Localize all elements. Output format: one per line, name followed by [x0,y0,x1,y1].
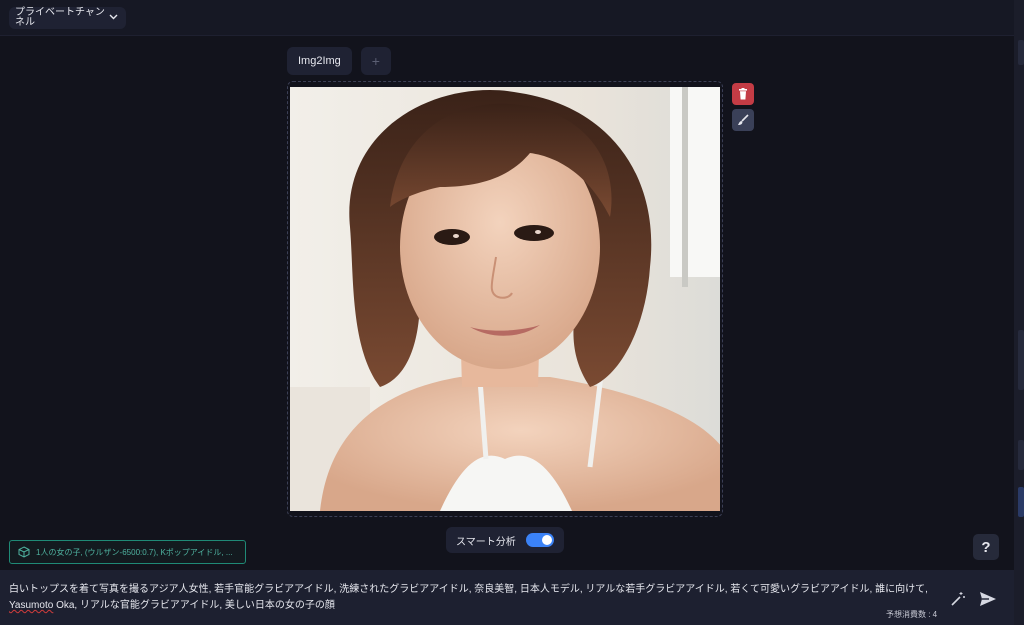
magic-wand-icon[interactable] [950,591,966,607]
smart-analysis-label: スマート分析 [456,536,516,548]
delete-button[interactable] [732,83,754,105]
generated-image[interactable] [290,87,720,511]
model-chip-label: 1人の女の子, (ウルザン-6500:0.7), Kポップアイドル, ... [36,547,233,557]
mode-tabs: Img2Img + [287,47,391,75]
smart-analysis-control: スマート分析 [446,527,564,553]
top-bar: プライベートチャンネル [0,0,1014,36]
toggle-knob [542,535,552,545]
cube-icon [18,546,30,558]
prompt-bar: 白いトップスを着て写真を撮るアジア人女性, 若手官能グラビアアイドル, 洗練され… [0,570,1014,625]
smart-analysis-toggle[interactable] [526,533,554,547]
brush-icon [738,114,749,125]
prompt-input[interactable]: 白いトップスを着て写真を撮るアジア人女性, 若手官能グラビアアイドル, 洗練され… [9,582,939,614]
channel-select[interactable]: プライベートチャンネル [9,7,126,29]
brush-button[interactable] [732,109,754,131]
tab-img2img[interactable]: Img2Img [287,47,352,75]
model-chip[interactable]: 1人の女の子, (ウルザン-6500:0.7), Kポップアイドル, ... [9,540,246,564]
channel-label: プライベートチャンネル [15,7,105,28]
send-icon[interactable] [979,590,997,608]
right-scroll-strip [1014,0,1024,625]
add-tab-button[interactable]: + [360,47,391,75]
prompt-text-start: 白いトップスを着て写真を撮るアジア人女性, 若手官能グラビアアイドル, 洗練され… [9,584,928,595]
image-frame [287,81,723,517]
trash-icon [739,88,747,100]
help-button[interactable]: ? [973,534,999,560]
chevron-down-icon [109,14,118,20]
prompt-misspelled-word: Yasumoto [9,600,54,611]
prompt-text-end: Oka, リアルな官能グラビアアイドル, 美しい日本の女の子の顔 [53,600,335,611]
portrait-illustration [290,87,720,511]
cost-label: 予想消費数 : 4 [886,610,938,619]
